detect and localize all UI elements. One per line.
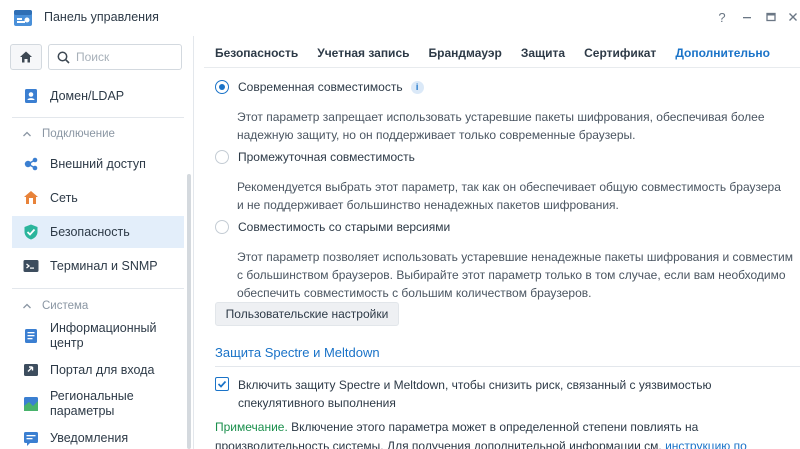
info-center-icon	[25, 329, 37, 343]
radio-button[interactable]	[215, 150, 229, 164]
control-panel-icon	[14, 10, 32, 26]
sidebar-item-label: Внешний доступ	[50, 157, 146, 171]
help-icon: ?	[718, 9, 726, 25]
radio-button[interactable]	[215, 220, 229, 234]
shield-check-icon	[24, 224, 38, 240]
tab-protection[interactable]: Защита	[521, 46, 565, 66]
house-network-icon	[24, 191, 38, 204]
sidebar-section-label: Система	[42, 300, 89, 312]
sidebar-item-regional-options[interactable]: Региональные параметры	[12, 386, 184, 422]
radio-label: Совместимость со старыми версиями	[238, 220, 451, 234]
search-icon	[57, 51, 70, 64]
spectre-protection-option[interactable]: Включить защиту Spectre и Meltdown, чтоб…	[215, 376, 778, 412]
note-label: Примечание.	[215, 420, 288, 434]
sidebar-item-label: Портал для входа	[50, 363, 155, 377]
note-text: производительность системы. Для получени…	[215, 439, 666, 449]
search-input[interactable]	[76, 50, 176, 64]
intermediate-compat-description: Рекомендуется выбрать этот параметр, так…	[237, 180, 781, 212]
sidebar-item-label: Безопасность	[50, 225, 130, 239]
window-title: Панель управления	[44, 10, 159, 24]
close-icon	[789, 13, 797, 21]
sidebar-item-external-access[interactable]: Внешний доступ	[12, 148, 184, 180]
sidebar-divider	[12, 117, 184, 118]
tab-bar: Безопасность Учетная запись Брандмауэр З…	[215, 46, 789, 66]
sidebar-item-info-center[interactable]: Информационный центр	[12, 318, 184, 354]
tab-divider	[204, 67, 800, 68]
sidebar-section-label: Подключение	[42, 128, 115, 140]
legacy-compat-description: Этот параметр позволяет использовать уст…	[237, 250, 793, 300]
sidebar: Домен/LDAP Подключение Внешний доступ Се…	[0, 36, 194, 449]
address-book-icon	[25, 89, 37, 103]
minimize-icon	[743, 17, 751, 19]
sidebar-item-notifications[interactable]: Уведомления	[12, 422, 184, 449]
sidebar-divider	[12, 288, 184, 289]
terminal-icon	[23, 260, 39, 272]
radio-legacy-compat[interactable]: Совместимость со старыми версиями	[215, 220, 450, 234]
maximize-icon	[766, 12, 776, 22]
radio-label: Современная совместимость	[238, 80, 403, 94]
sidebar-item-security[interactable]: Безопасность	[12, 216, 184, 248]
radio-modern-compat[interactable]: Современная совместимость i	[215, 80, 424, 94]
search-box[interactable]	[48, 44, 182, 70]
tab-security[interactable]: Безопасность	[215, 46, 298, 66]
close-button[interactable]	[784, 8, 800, 26]
sidebar-item-label: Терминал и SNMP	[50, 259, 158, 273]
tab-certificate[interactable]: Сертификат	[584, 46, 656, 66]
radio-label: Промежуточная совместимость	[238, 150, 415, 164]
sidebar-item-label: Домен/LDAP	[50, 89, 125, 103]
external-access-icon	[24, 157, 38, 171]
sidebar-scrollbar[interactable]	[187, 174, 191, 449]
help-button[interactable]: ?	[713, 8, 731, 26]
chevron-up-icon	[23, 131, 31, 137]
sidebar-item-domain-ldap[interactable]: Домен/LDAP	[12, 80, 184, 112]
tab-account[interactable]: Учетная запись	[317, 46, 409, 66]
performance-note: Примечание. Включение этого параметра мо…	[215, 418, 795, 449]
sidebar-section-system[interactable]: Система	[22, 300, 88, 312]
tab-firewall[interactable]: Брандмауэр	[429, 46, 502, 66]
chevron-up-icon	[23, 303, 31, 309]
section-divider	[215, 366, 800, 367]
home-button[interactable]	[10, 44, 42, 70]
note-text: Включение этого параметра может в опреде…	[287, 420, 699, 434]
notification-icon	[24, 432, 38, 446]
sidebar-item-terminal-snmp[interactable]: Терминал и SNMP	[12, 250, 184, 282]
sidebar-item-label: Информационный центр	[50, 321, 157, 350]
minimize-button[interactable]	[738, 8, 756, 26]
sidebar-item-login-portal[interactable]: Портал для входа	[12, 354, 184, 386]
sidebar-item-label: Региональные параметры	[50, 389, 134, 418]
sidebar-item-label: Уведомления	[50, 431, 129, 445]
sidebar-item-network[interactable]: Сеть	[12, 182, 184, 214]
sidebar-section-connection[interactable]: Подключение	[22, 128, 115, 140]
home-icon	[20, 51, 32, 63]
globe-map-icon	[24, 397, 38, 411]
spectre-checkbox-label: Включить защиту Spectre и Meltdown, чтоб…	[238, 378, 712, 410]
tab-advanced[interactable]: Дополнительно	[675, 46, 770, 66]
checkmark-icon	[217, 380, 227, 388]
sidebar-item-label: Сеть	[50, 191, 78, 205]
spectre-checkbox[interactable]	[215, 377, 229, 391]
login-portal-icon	[24, 364, 38, 376]
maximize-button[interactable]	[762, 8, 780, 26]
instructions-link[interactable]: инструкцию по	[665, 439, 747, 449]
info-icon[interactable]: i	[410, 80, 424, 94]
title-bar: Панель управления ?	[0, 0, 800, 36]
modern-compat-description: Этот параметр запрещает использовать уст…	[237, 110, 765, 142]
custom-settings-button[interactable]: Пользовательские настройки	[215, 302, 399, 326]
radio-intermediate-compat[interactable]: Промежуточная совместимость	[215, 150, 415, 164]
section-title-spectre: Защита Spectre и Meltdown	[215, 345, 380, 360]
radio-button-checked[interactable]	[215, 80, 229, 94]
